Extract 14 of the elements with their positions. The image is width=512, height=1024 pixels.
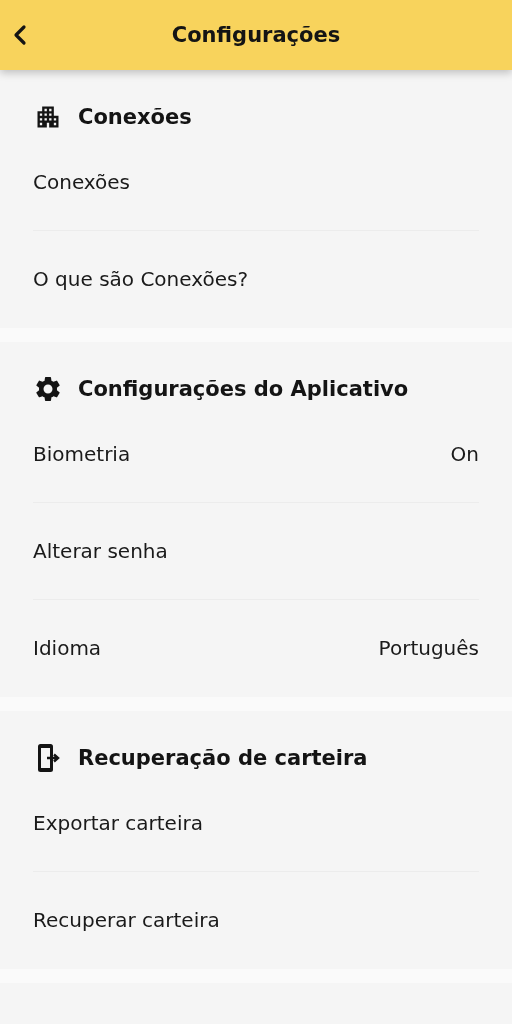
setting-item[interactable]: Idioma [33, 636, 102, 660]
page-title: Configurações [170, 23, 342, 47]
setting-item[interactable]: Conexões [33, 170, 130, 194]
section-heading: Conexões [78, 105, 192, 129]
setting-value: On [450, 442, 479, 466]
setting-value: Português [378, 636, 479, 660]
setting-item[interactable]: Recuperar carteira [33, 908, 220, 932]
gear-icon [33, 374, 63, 404]
setting-item[interactable]: Exportar carteira [33, 811, 203, 835]
section-heading: Recuperação de carteira [78, 746, 368, 770]
setting-item[interactable]: Alterar senha [33, 539, 168, 563]
setting-item[interactable]: O que são Conexões? [33, 267, 249, 291]
section-heading: Configurações do Aplicativo [78, 377, 409, 401]
setting-item[interactable]: Biometria [33, 442, 131, 466]
